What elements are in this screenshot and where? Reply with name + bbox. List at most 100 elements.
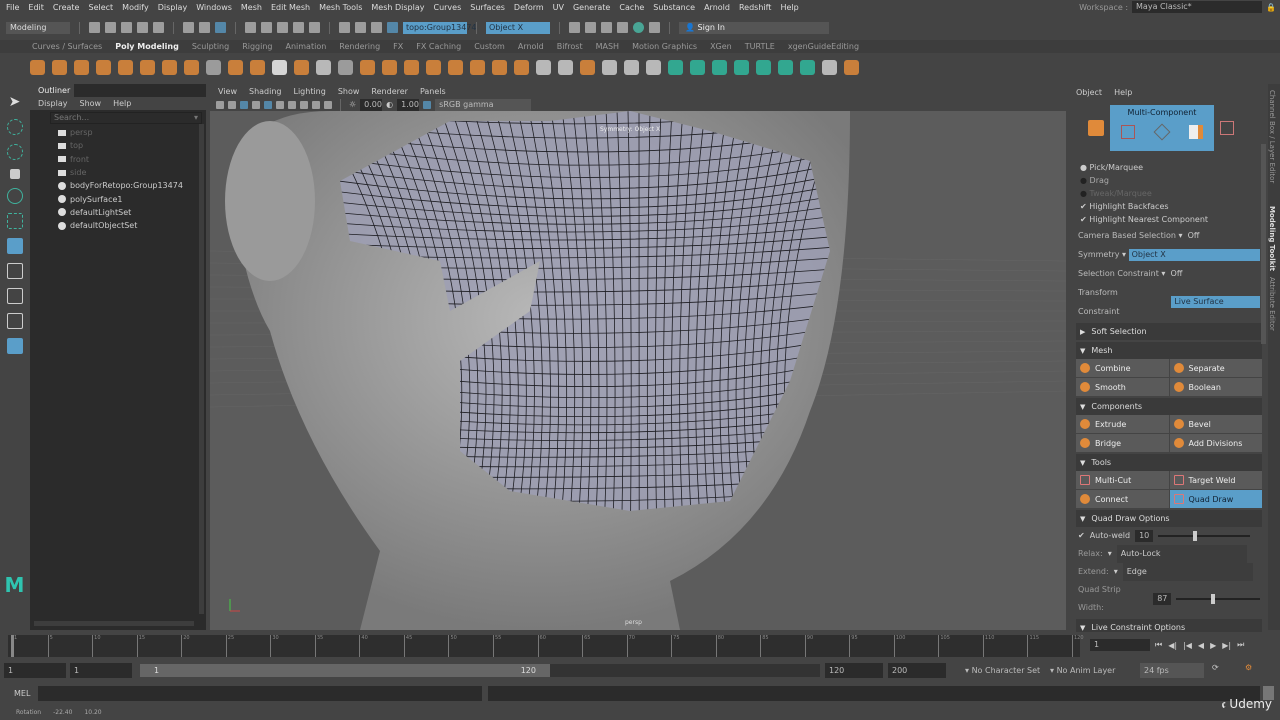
shelf-tool-icon[interactable] (250, 60, 265, 75)
tab-xgenguideediting[interactable]: xgenGuideEditing (788, 42, 859, 51)
tools-section[interactable]: ▼ Tools (1076, 454, 1262, 471)
shelf-tool-icon[interactable] (844, 60, 859, 75)
shelf-tool-icon[interactable] (360, 60, 375, 75)
tab-arnold[interactable]: Arnold (518, 42, 544, 51)
shelf-tool-icon[interactable] (668, 60, 683, 75)
shelf-tool-icon[interactable] (448, 60, 463, 75)
menu-set-dropdown[interactable]: Modeling (6, 21, 70, 34)
boolean-button[interactable]: Boolean (1169, 378, 1262, 396)
tab-xgen[interactable]: XGen (710, 42, 732, 51)
tab-turtle[interactable]: TURTLE (745, 42, 775, 51)
shelf-tool-icon[interactable] (536, 60, 551, 75)
exposure-field[interactable]: 0.00 (360, 98, 383, 111)
shelf-tool-icon[interactable] (690, 60, 705, 75)
light-icon[interactable] (288, 100, 296, 109)
go-to-start-icon[interactable]: ⏮ (1155, 640, 1162, 650)
tab-animation[interactable]: Animation (286, 42, 327, 51)
shelf-tool-icon[interactable] (470, 60, 485, 75)
shelf-tool-icon[interactable] (272, 60, 287, 75)
menu-mesh[interactable]: Mesh (241, 3, 262, 12)
toolkit-menu-object[interactable]: Object (1076, 88, 1102, 97)
menu-edit-mesh[interactable]: Edit Mesh (271, 3, 310, 12)
combine-button[interactable]: Combine (1076, 359, 1169, 377)
transform-constraint-value[interactable]: Live Surface (1171, 296, 1260, 308)
shelf-tool-icon[interactable] (822, 60, 837, 75)
outliner-scrollbar[interactable] (199, 124, 204, 614)
tab-bifrost[interactable]: Bifrost (557, 42, 583, 51)
menu-curves[interactable]: Curves (433, 3, 461, 12)
menu-substance[interactable]: Substance (653, 3, 695, 12)
redo-icon[interactable] (153, 22, 164, 33)
smooth-shade-icon[interactable] (264, 100, 272, 109)
new-scene-icon[interactable] (89, 22, 100, 33)
timeline-track[interactable]: 1 5 10 15 20 25 30 35 40 45 50 55 60 65 70 75 80 85 90 95 10… (8, 635, 1084, 657)
go-to-end-icon[interactable]: ⏭ (1237, 640, 1244, 650)
select-object-icon[interactable] (199, 22, 210, 33)
bevel-button[interactable]: Bevel (1169, 415, 1262, 433)
lock-selection-icon[interactable] (309, 22, 320, 33)
object-mode-icon[interactable] (1088, 120, 1104, 136)
menu-file[interactable]: File (6, 3, 19, 12)
hypershade-icon[interactable] (633, 22, 644, 33)
connect-button[interactable]: Connect (1076, 490, 1169, 508)
menu-mesh-display[interactable]: Mesh Display (371, 3, 424, 12)
mesh-section[interactable]: ▼ Mesh (1076, 342, 1262, 359)
scale-tool-icon[interactable] (6, 213, 23, 229)
shelf-tool-icon[interactable] (140, 60, 155, 75)
tab-attribute-editor[interactable]: Attribute Editor (1268, 277, 1276, 331)
lock-icon[interactable]: 🔒 (1266, 3, 1276, 12)
tab-sculpting[interactable]: Sculpting (192, 42, 229, 51)
tab-modeling-toolkit[interactable]: Modeling Toolkit (1268, 206, 1276, 271)
color-management-icon[interactable] (423, 100, 432, 109)
shelf-tool-icon[interactable] (734, 60, 749, 75)
open-scene-icon[interactable] (105, 22, 116, 33)
uv-mode-icon[interactable] (1220, 121, 1234, 135)
outliner-item[interactable]: defaultLightSet (30, 206, 206, 219)
workspace-selector[interactable]: Workspace : Maya Classic* 🔒 (1079, 1, 1276, 13)
menu-display[interactable]: Display (158, 3, 188, 12)
shelf-tool-icon[interactable] (52, 60, 67, 75)
bridge-button[interactable]: Bridge (1076, 434, 1169, 452)
shelf-tool-icon[interactable] (712, 60, 727, 75)
single-view-icon[interactable] (6, 263, 23, 279)
transform-constraint[interactable]: Transform Constraint Live Surface (1078, 283, 1260, 321)
anim-layer-dropdown[interactable]: ▾ No Anim Layer (1050, 666, 1115, 675)
grid-icon[interactable] (240, 100, 248, 109)
ipr-render-icon[interactable] (601, 22, 612, 33)
components-section[interactable]: ▼ Components (1076, 398, 1262, 415)
paint-select-icon[interactable] (6, 144, 23, 160)
end-time-field[interactable]: 200 (888, 663, 946, 678)
quad-draw-tool-icon[interactable] (6, 238, 23, 254)
rotate-tool-icon[interactable] (6, 188, 23, 204)
shelf-tool-icon[interactable] (382, 60, 397, 75)
shelf-tool-icon[interactable] (404, 60, 419, 75)
snap-curve-icon[interactable] (261, 22, 272, 33)
highlight-nearest-checkbox[interactable]: ✔ Highlight Nearest Component (1080, 213, 1258, 226)
two-view-icon[interactable] (6, 288, 23, 304)
viewport-menu-renderer[interactable]: Renderer (371, 87, 408, 96)
menu-surfaces[interactable]: Surfaces (470, 3, 505, 12)
menu-modify[interactable]: Modify (122, 3, 149, 12)
menu-generate[interactable]: Generate (573, 3, 610, 12)
select-component-icon[interactable] (215, 22, 226, 33)
select-tool-icon[interactable]: ➤ (9, 94, 21, 110)
strip-width-slider[interactable] (1176, 594, 1260, 604)
separate-button[interactable]: Separate (1169, 359, 1262, 377)
shelf-tool-icon[interactable] (206, 60, 221, 75)
camera-icon[interactable] (228, 100, 236, 109)
auto-weld-checkbox[interactable]: ✔ (1078, 527, 1085, 545)
outliner-search-input[interactable]: Search... ▾ (50, 112, 202, 124)
xray-icon[interactable] (312, 100, 320, 109)
chevron-down-icon[interactable]: ▾ (194, 113, 198, 122)
multi-cut-button[interactable]: Multi-Cut (1076, 471, 1169, 489)
shelf-tool-icon[interactable] (118, 60, 133, 75)
playback-start-field[interactable]: 1 (70, 663, 132, 678)
edge-mode-icon[interactable] (1153, 123, 1171, 141)
mel-label[interactable]: MEL (14, 689, 30, 698)
playhead[interactable] (11, 635, 14, 657)
shelf-tool-icon[interactable] (162, 60, 177, 75)
auto-weld-slider[interactable] (1158, 531, 1251, 541)
wireframe-icon[interactable] (252, 100, 260, 109)
time-slider[interactable]: 1 5 10 15 20 25 30 35 40 45 50 55 60 65 70 75 80 85 90 95 10… (0, 632, 1280, 658)
tab-fx-caching[interactable]: FX Caching (416, 42, 461, 51)
